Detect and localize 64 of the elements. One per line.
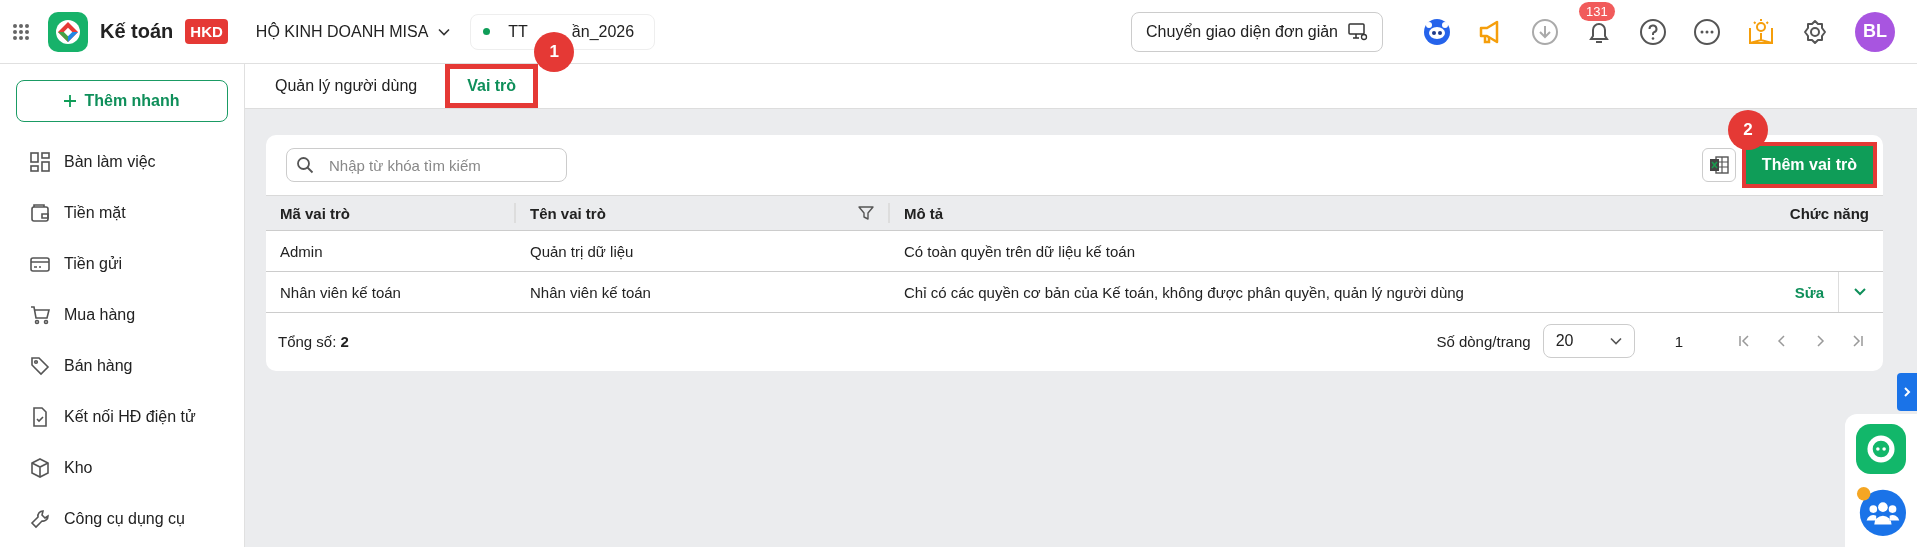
search-icon: [296, 156, 314, 174]
app-name: Kế toán: [100, 20, 174, 43]
cart-icon: [30, 304, 50, 325]
caret-icon: [438, 27, 451, 36]
column-header: Mã vai trò: [266, 203, 516, 223]
table-cell-text: Quản trị dữ liệu: [529, 242, 635, 260]
column-header: Chức năng: [1788, 203, 1870, 224]
expand-panel-button[interactable]: [1897, 373, 1917, 411]
sidebar-item[interactable]: Kết nối HĐ điện tử: [16, 391, 228, 442]
edit-link[interactable]: Sửa: [1794, 283, 1824, 301]
lightbulb-book-icon[interactable]: [1747, 17, 1775, 46]
user-avatar[interactable]: BL: [1855, 11, 1895, 52]
sidebar-item[interactable]: Tiền gửi: [16, 238, 228, 289]
people-icon[interactable]: [1856, 486, 1906, 536]
settings-icon[interactable]: [1801, 17, 1829, 46]
apps-grid-icon[interactable]: [12, 22, 30, 41]
sidebar-item[interactable]: Bàn làm việc: [16, 136, 228, 187]
column-header: Tên vai trò: [516, 203, 890, 223]
excel-export-button[interactable]: [1701, 148, 1736, 182]
edition-badge: HKD: [185, 19, 228, 44]
chevron-down-icon[interactable]: [1853, 287, 1867, 297]
company-selector[interactable]: HỘ KINH DOANH MISA: [255, 22, 451, 41]
app-logo-icon: [48, 11, 88, 52]
filter-icon[interactable]: [858, 205, 874, 221]
help-icon[interactable]: [1639, 17, 1667, 46]
table-cell-text: Chỉ có các quyền cơ bản của Kế toán, không được phân quyền, quản lý người dùng: [903, 283, 1465, 301]
page-size-select[interactable]: 20: [1542, 324, 1635, 358]
page-number: 1: [1674, 332, 1683, 350]
document-check-icon: [30, 406, 50, 427]
column-header: Mô tả: [903, 203, 945, 224]
excel-icon: [1708, 156, 1729, 174]
sidebar-item[interactable]: Bán hàng: [16, 340, 228, 391]
table-cell-text: Admin: [279, 242, 324, 260]
box-icon: [30, 457, 50, 478]
table-cell-text: Có toàn quyền trên dữ liệu kế toán: [903, 242, 1137, 260]
quick-add-button[interactable]: Thêm nhanh: [16, 80, 228, 122]
wrench-icon: [30, 508, 50, 529]
sidebar-item[interactable]: Kho: [16, 442, 228, 493]
tag-icon: [30, 355, 50, 376]
more-icon[interactable]: [1693, 17, 1721, 46]
step-marker: 2: [1727, 110, 1768, 150]
notification-count: 131: [1579, 1, 1615, 21]
caret-icon: [1609, 337, 1622, 345]
first-page-icon[interactable]: [1737, 334, 1751, 348]
sidebar-item[interactable]: Công cụ dụng cụ: [16, 493, 228, 544]
simple-interface-button[interactable]: Chuyển giao diện đơn giản: [1131, 11, 1383, 52]
tab[interactable]: Quản lý người dùng: [271, 64, 422, 108]
total-count: Tổng số: 2: [278, 332, 349, 350]
download-icon[interactable]: [1531, 17, 1559, 46]
table-cell-text: Nhân viên kế toán: [529, 283, 652, 301]
wallet-icon: [30, 202, 50, 223]
chat-bot-icon[interactable]: [1856, 424, 1906, 474]
status-dot-icon: [483, 28, 491, 35]
sidebar-item[interactable]: Mua hàng: [16, 289, 228, 340]
search-field[interactable]: Nhập từ khóa tìm kiếm: [286, 148, 567, 182]
dashboard-icon: [30, 151, 50, 172]
plus-icon: [64, 95, 77, 107]
database-name-start: TT: [508, 22, 528, 41]
page-size-label: Số dòng/trang: [1436, 332, 1531, 350]
table-cell-text: Nhân viên kế toán: [279, 283, 402, 301]
last-page-icon[interactable]: [1851, 334, 1865, 348]
monitor-gear-icon: [1348, 22, 1368, 41]
sidebar-item[interactable]: Tiền mặt: [16, 187, 228, 238]
chevron-right-icon: [1903, 386, 1911, 398]
